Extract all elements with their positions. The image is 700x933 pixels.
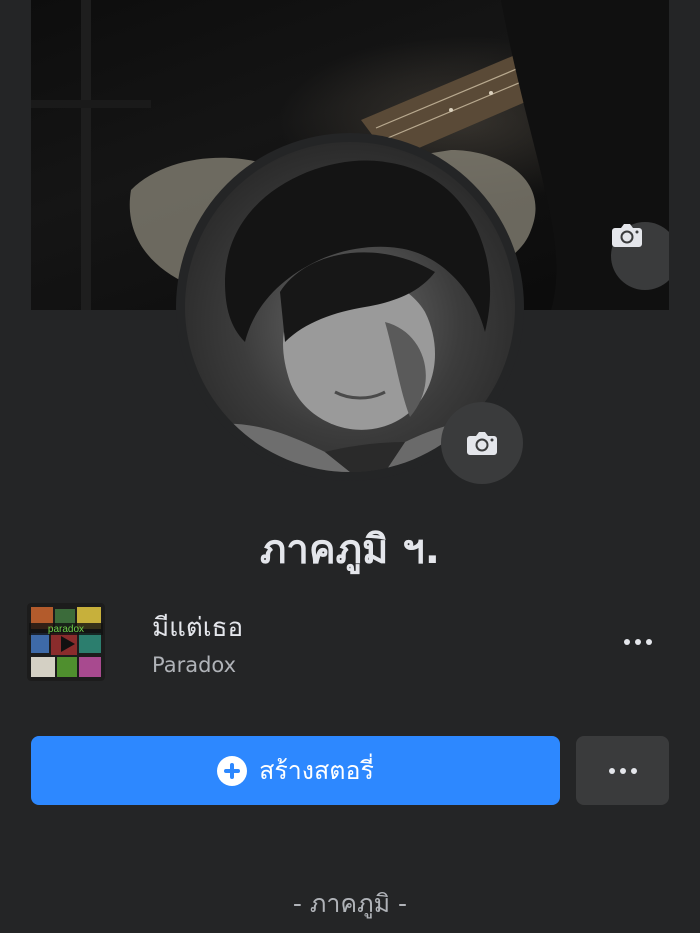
album-art-image: paradox	[27, 603, 105, 681]
profile-name: ภาคภูมิ ฯ.	[260, 527, 440, 573]
camera-icon	[467, 432, 497, 455]
add-story-label: สร้างสตอรี่	[259, 755, 374, 785]
album-art-label: paradox	[48, 624, 84, 635]
song-album-art[interactable]: paradox	[27, 603, 105, 681]
plus-circle-icon	[217, 755, 248, 786]
add-story-button[interactable]: สร้างสตอรี่	[31, 736, 560, 805]
more-horizontal-icon	[624, 639, 652, 645]
song-more-button[interactable]	[612, 622, 664, 662]
profile-more-button[interactable]	[576, 736, 669, 805]
song-artist[interactable]: Paradox	[152, 650, 236, 680]
song-title[interactable]: มีแต่เธอ	[152, 611, 243, 645]
profile-bio: - ภาคภูมิ -	[292, 889, 408, 918]
more-horizontal-icon	[608, 767, 637, 774]
profile-page: ภาคภูมิ ฯ. paradox มีแต่เธอ Paradox สร้า…	[0, 0, 700, 933]
avatar-camera-button[interactable]	[441, 402, 523, 484]
camera-icon	[612, 224, 642, 247]
